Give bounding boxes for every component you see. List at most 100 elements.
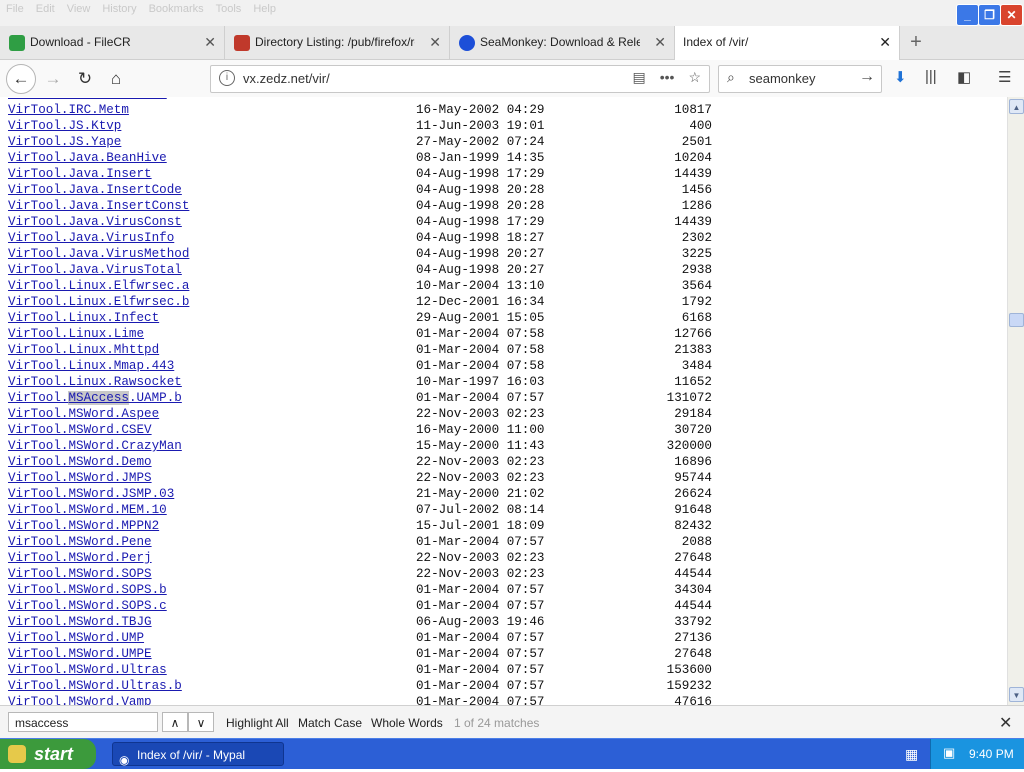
menu-hamburger-icon[interactable]: ☰ <box>998 68 1011 86</box>
file-link[interactable]: VirTool.MSWord.MPPN2 <box>8 518 159 534</box>
file-link[interactable]: VirTool.MSWord.CrazyMan <box>8 438 182 454</box>
search-bar[interactable]: ⌕ seamonkey → <box>718 65 882 93</box>
file-link[interactable]: VirTool.MSWord.UMPE <box>8 646 152 662</box>
navigation-bar: ← → ↻ ⌂ i vx.zedz.net/vir/ ▤ ••• ☆ ⌕ sea… <box>0 60 1024 98</box>
file-link[interactable]: VirTool.Java.VirusInfo <box>8 230 174 246</box>
file-link[interactable]: VirTool.Linux.Mmap.443 <box>8 358 174 374</box>
page-actions-icon[interactable]: ••• <box>660 69 675 86</box>
find-previous-button[interactable]: ∧ <box>162 712 188 732</box>
tab-index-vir[interactable]: Index of /vir/ ✕ <box>675 26 900 60</box>
library-icon[interactable]: ||| <box>925 68 937 85</box>
tab-bar: Download - FileCR ✕ Directory Listing: /… <box>0 26 1024 60</box>
file-link[interactable]: VirTool.MSWord.Demo <box>8 454 152 470</box>
file-size: 3484 <box>681 359 712 373</box>
file-link[interactable]: VirTool.MSWord.CSEV <box>8 422 152 438</box>
vertical-scrollbar[interactable]: ▲ ▼ <box>1007 97 1024 705</box>
menu-file[interactable]: File <box>6 3 24 15</box>
reader-view-icon[interactable]: ▤ <box>632 69 645 86</box>
file-link[interactable]: VirTool.Linux.Rawsocket <box>8 374 182 390</box>
menu-tools[interactable]: Tools <box>216 3 242 15</box>
file-link[interactable]: VirTool.JS.Ktvp <box>8 118 121 134</box>
menu-view[interactable]: View <box>67 3 91 15</box>
file-link[interactable]: VirTool.IRC.Metm <box>8 102 129 118</box>
minimize-button[interactable]: _ <box>956 4 979 26</box>
tab-close-icon[interactable]: ✕ <box>204 26 216 59</box>
find-input[interactable]: msaccess <box>8 712 158 732</box>
keyboard-icon[interactable]: ▦ <box>905 746 918 763</box>
menu-edit[interactable]: Edit <box>36 3 55 15</box>
tab-close-icon[interactable]: ✕ <box>879 26 891 59</box>
file-link[interactable]: VirTool.MSWord.Vamp <box>8 694 152 705</box>
file-link[interactable]: VirTool.MSWord.Pene <box>8 534 152 550</box>
bookmark-star-icon[interactable]: ☆ <box>688 69 701 86</box>
search-go-icon[interactable]: → <box>859 68 875 86</box>
forward-button[interactable]: → <box>40 66 66 92</box>
file-size: 2501 <box>681 135 712 149</box>
menu-help[interactable]: Help <box>253 3 276 15</box>
file-link[interactable]: VirTool.MSWord.SOPS <box>8 566 152 582</box>
highlight-all-toggle[interactable]: Highlight All <box>226 716 289 730</box>
file-link[interactable]: VirTool.Linux.Mhttpd <box>8 342 159 358</box>
scroll-up-arrow-icon[interactable]: ▲ <box>1009 99 1024 114</box>
info-icon[interactable]: i <box>219 70 235 86</box>
reload-button[interactable]: ↻ <box>72 66 98 92</box>
match-case-toggle[interactable]: Match Case <box>298 716 362 730</box>
file-link[interactable]: VirTool.MSWord.JSMP.03 <box>8 486 174 502</box>
maximize-button[interactable]: ❐ <box>978 4 1001 26</box>
new-tab-button[interactable]: + <box>903 26 929 59</box>
url-text[interactable]: vx.zedz.net/vir/ <box>243 71 330 86</box>
tab-close-icon[interactable]: ✕ <box>654 26 666 59</box>
file-link[interactable]: VirTool.Java.VirusConst <box>8 214 182 230</box>
scroll-thumb[interactable] <box>1009 313 1024 327</box>
tab-close-icon[interactable]: ✕ <box>429 26 441 59</box>
search-icon: ⌕ <box>727 69 735 85</box>
file-link[interactable]: VirTool.MSWord.Ultras <box>8 662 167 678</box>
file-link[interactable]: VirTool.Java.Insert <box>8 166 152 182</box>
file-link[interactable]: VirTool.Java.InsertCode <box>8 182 182 198</box>
file-size: 27648 <box>674 551 712 565</box>
file-link[interactable]: VirTool.MSWord.TBJG <box>8 614 152 630</box>
start-button[interactable]: start <box>0 739 96 769</box>
address-bar[interactable]: i vx.zedz.net/vir/ ▤ ••• ☆ <box>210 65 710 93</box>
search-text[interactable]: seamonkey <box>749 71 815 86</box>
file-link[interactable]: VirTool.Java.BeanHive <box>8 150 167 166</box>
find-next-button[interactable]: ∨ <box>188 712 214 732</box>
file-link[interactable]: VirTool.Linux.Infect <box>8 310 159 326</box>
home-button[interactable]: ⌂ <box>103 66 129 92</box>
file-date: 12-Dec-2001 16:34 <box>416 295 545 309</box>
tab-seamonkey[interactable]: SeaMonkey: Download & Releases ✕ <box>450 26 675 59</box>
close-window-button[interactable]: ✕ <box>1000 4 1023 26</box>
file-link[interactable]: VirTool.MSWord.UMP <box>8 630 144 646</box>
file-link[interactable]: VirTool.MSWord.MEM.10 <box>8 502 167 518</box>
file-link[interactable]: VirTool.JS.Yape <box>8 134 121 150</box>
file-link[interactable]: VirTool.MSWord.Ultras.b <box>8 678 182 694</box>
sidebar-icon[interactable]: ◧ <box>957 68 971 86</box>
file-link[interactable]: VirTool.MSAccess.UAMP.b <box>8 390 182 406</box>
file-link[interactable]: VirTool.Java.InsertConst <box>8 198 189 214</box>
tab-directory-listing[interactable]: Directory Listing: /pub/firefox/rele ✕ <box>225 26 450 59</box>
network-icon[interactable]: ▣ <box>943 745 955 761</box>
whole-words-toggle[interactable]: Whole Words <box>371 716 443 730</box>
file-link-text: .UAMP.b <box>128 391 182 405</box>
file-link[interactable]: VirTool.MSWord.JMPS <box>8 470 152 486</box>
file-link[interactable]: VirTool.Linux.Lime <box>8 326 144 342</box>
menu-history[interactable]: History <box>102 3 136 15</box>
back-button[interactable]: ← <box>6 64 36 94</box>
windows-logo-icon <box>8 745 26 763</box>
scroll-down-arrow-icon[interactable]: ▼ <box>1009 687 1024 702</box>
file-link[interactable]: VirTool.Linux.Elfwrsec.b <box>8 294 189 310</box>
download-icon[interactable]: ⬇ <box>894 68 907 86</box>
file-link[interactable]: VirTool.Linux.Elfwrsec.a <box>8 278 189 294</box>
file-size: 27648 <box>674 647 712 661</box>
file-link[interactable]: VirTool.Java.VirusTotal <box>8 262 182 278</box>
tab-filecr[interactable]: Download - FileCR ✕ <box>0 26 225 59</box>
file-link[interactable]: VirTool.MSWord.SOPS.c <box>8 598 167 614</box>
file-link[interactable]: VirTool.MSWord.Perj <box>8 550 152 566</box>
taskbar-window-button[interactable]: ◉ Index of /vir/ - Mypal <box>112 742 284 767</box>
file-link[interactable]: VirTool.MSWord.Aspee <box>8 406 159 422</box>
find-close-icon[interactable]: ✕ <box>999 713 1012 733</box>
menu-bookmarks[interactable]: Bookmarks <box>149 3 204 15</box>
file-link[interactable]: VirTool.Java.VirusMethod <box>8 246 189 262</box>
file-size: 1286 <box>681 199 712 213</box>
file-link[interactable]: VirTool.MSWord.SOPS.b <box>8 582 167 598</box>
